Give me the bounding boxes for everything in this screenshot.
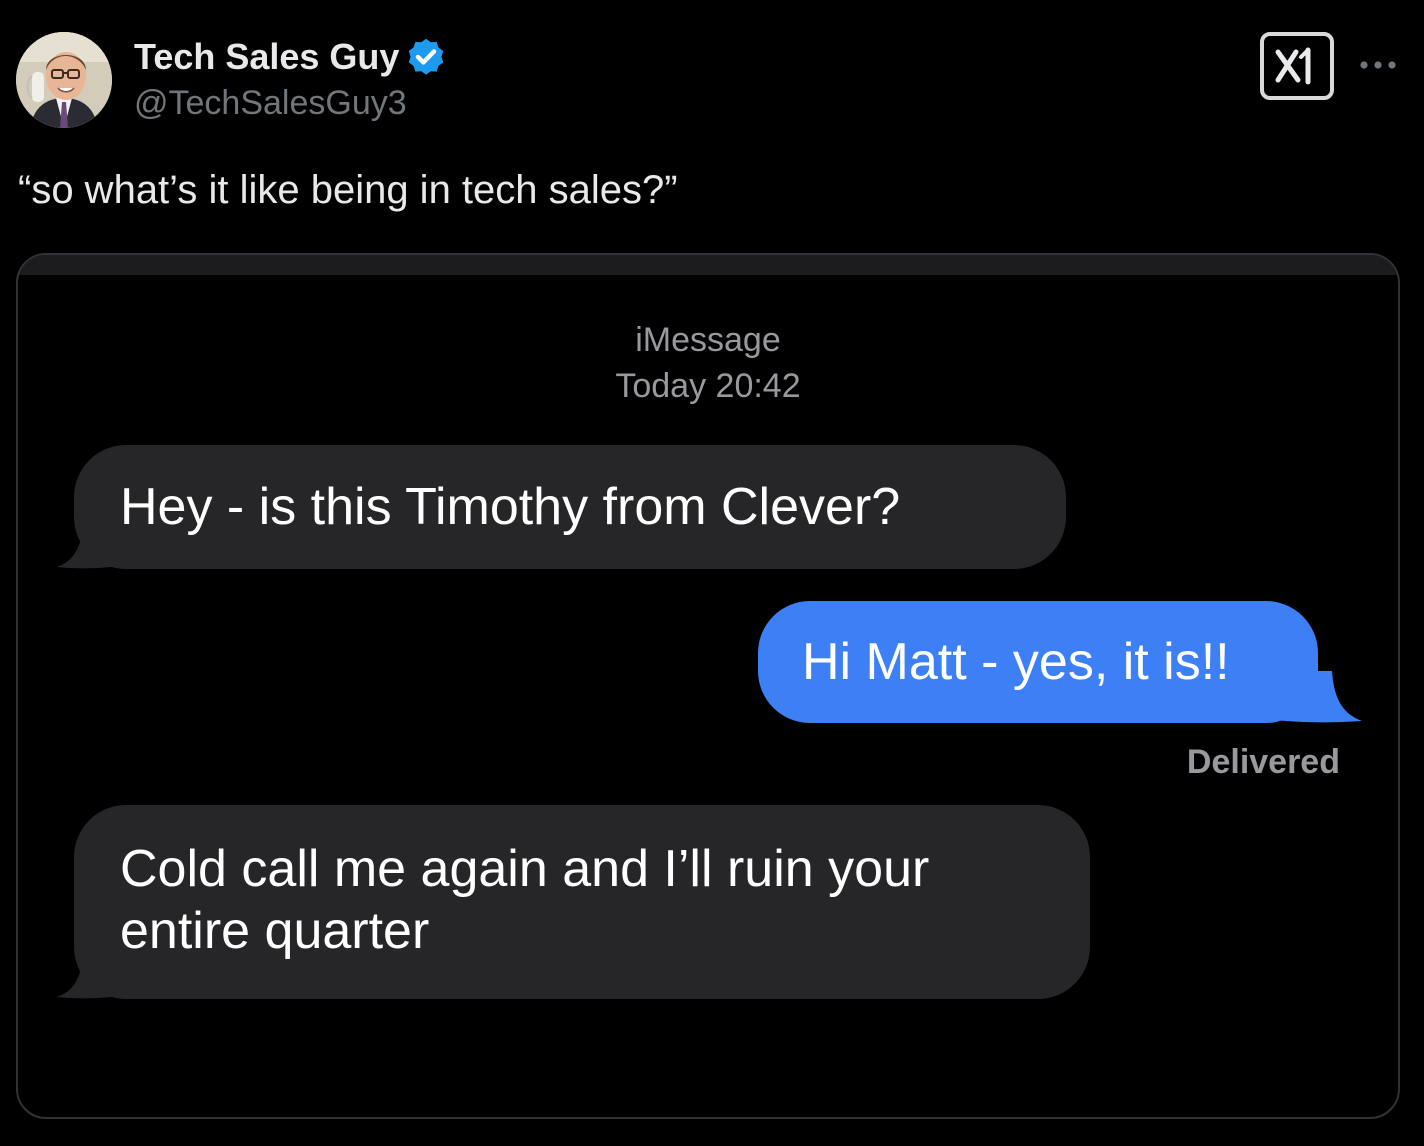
grok-icon xyxy=(1275,47,1311,85)
service-label: iMessage xyxy=(635,321,781,359)
verified-badge-icon xyxy=(408,38,444,75)
media-image[interactable]: iMessage Today 20:42 Hey - is this Timot… xyxy=(16,253,1400,1119)
message-bubble-incoming: Cold call me again and I’ll ruin your en… xyxy=(74,805,1090,999)
avatar[interactable] xyxy=(16,32,112,128)
tweet-text: “so what’s it like being in tech sales?” xyxy=(18,168,678,212)
author-name[interactable]: Tech Sales Guy xyxy=(134,36,399,78)
screenshot-top-edge xyxy=(18,255,1398,275)
grok-button[interactable] xyxy=(1260,32,1334,100)
more-options-icon xyxy=(1360,61,1396,69)
more-options-button[interactable] xyxy=(1356,50,1400,80)
conversation-timestamp: Today 20:42 xyxy=(615,367,801,405)
message-bubble-incoming: Hey - is this Timothy from Clever? xyxy=(74,445,1066,569)
avatar-image xyxy=(16,32,112,128)
author-handle[interactable]: @TechSalesGuy3 xyxy=(134,84,407,123)
tweet: Tech Sales Guy @TechSalesGuy3 “so what’s… xyxy=(0,0,1424,1146)
delivery-status: Delivered xyxy=(1186,743,1340,781)
message-bubble-outgoing: Hi Matt - yes, it is!! xyxy=(758,601,1318,723)
